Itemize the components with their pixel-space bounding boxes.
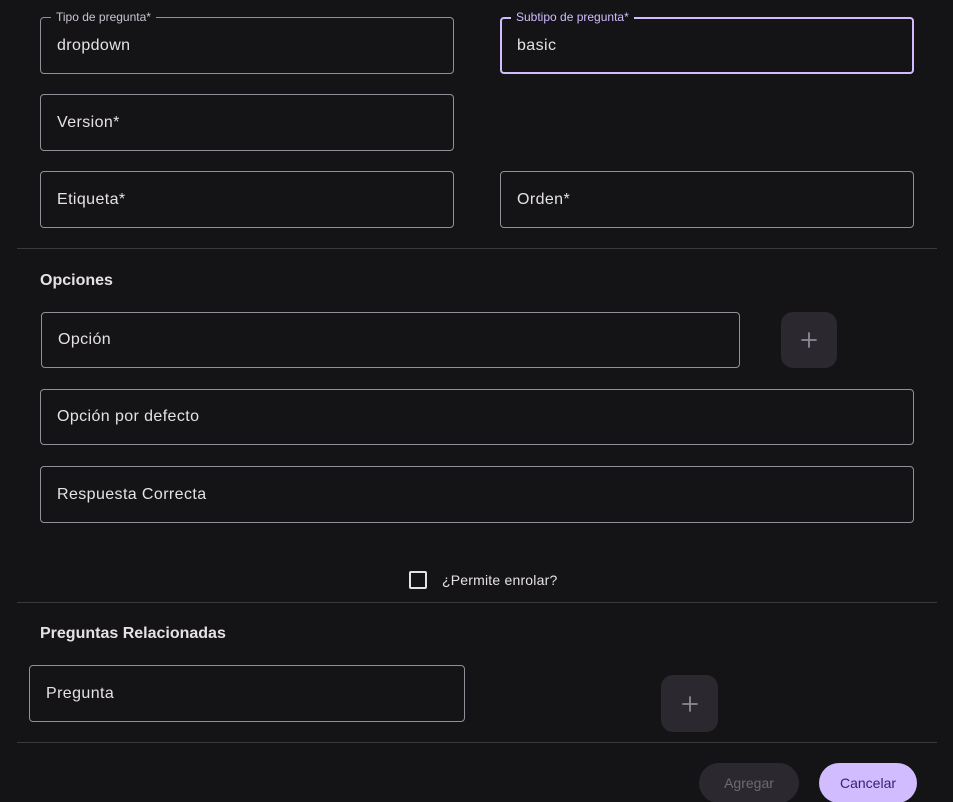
question-type-field[interactable]: Tipo de pregunta* dropdown — [40, 10, 454, 74]
question-subtype-field[interactable]: Subtipo de pregunta* basic — [500, 10, 914, 74]
question-type-value: dropdown — [57, 36, 131, 54]
question-subtype-value: basic — [517, 36, 557, 54]
version-placeholder: Version* — [57, 113, 120, 131]
divider-bottom — [17, 742, 937, 743]
question-subtype-label: Subtipo de pregunta* — [511, 10, 634, 24]
correct-answer-field[interactable]: Respuesta Correcta — [40, 466, 914, 523]
related-question-field[interactable]: Pregunta — [29, 665, 465, 722]
add-button[interactable]: Agregar — [699, 763, 799, 802]
default-option-placeholder: Opción por defecto — [57, 408, 200, 425]
add-related-question-button[interactable] — [661, 675, 718, 732]
related-questions-title: Preguntas Relacionadas — [40, 625, 226, 642]
divider-top — [17, 248, 937, 249]
label-placeholder: Etiqueta* — [57, 190, 126, 208]
question-form-dialog: Tipo de pregunta* dropdown Subtipo de pr… — [0, 0, 953, 802]
enroll-checkbox-row[interactable]: ¿Permite enrolar? — [409, 571, 557, 589]
option-field[interactable]: Opción — [41, 312, 740, 368]
enroll-checkbox-label: ¿Permite enrolar? — [442, 572, 558, 588]
order-placeholder: Orden* — [517, 190, 571, 208]
option-placeholder: Opción — [58, 331, 112, 348]
question-type-label: Tipo de pregunta* — [51, 10, 156, 24]
version-field[interactable]: Version* — [40, 94, 454, 151]
enroll-checkbox[interactable] — [409, 571, 427, 589]
plus-icon — [681, 695, 698, 712]
label-field[interactable]: Etiqueta* — [40, 171, 454, 228]
options-section-title: Opciones — [40, 272, 113, 289]
default-option-field[interactable]: Opción por defecto — [40, 389, 914, 445]
divider-middle — [17, 602, 937, 603]
correct-answer-placeholder: Respuesta Correcta — [57, 485, 207, 503]
add-option-button[interactable] — [781, 312, 837, 368]
plus-icon — [801, 332, 817, 348]
related-question-placeholder: Pregunta — [46, 684, 115, 702]
cancel-button[interactable]: Cancelar — [819, 763, 917, 802]
order-field[interactable]: Orden* — [500, 171, 914, 228]
